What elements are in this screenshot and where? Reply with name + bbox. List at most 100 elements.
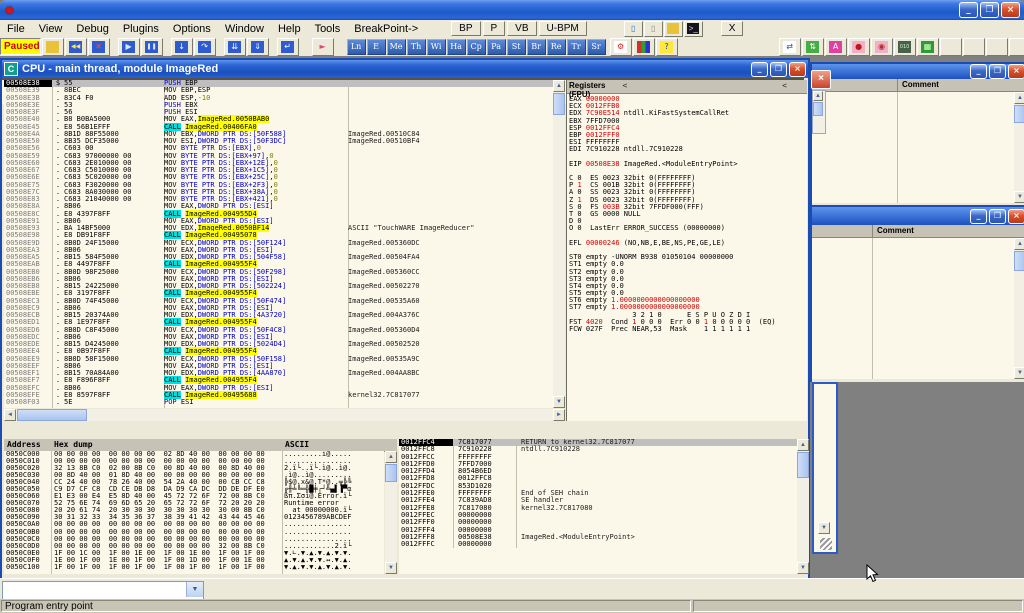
minimize-button[interactable]: _ [970, 64, 987, 79]
disasm-row[interactable]: 00508E83.C683 21040000 00MOV BYTE PTR DS… [4, 196, 553, 203]
register-row[interactable]: FCW 027F Prec NEAR,53 Mask 1 1 1 1 1 1 [567, 326, 807, 333]
scroll-up-icon[interactable]: ▲ [1014, 238, 1024, 250]
registers-pane[interactable]: Registers (FPU) < < EAX 00000000ECX 0012… [566, 80, 807, 421]
empty-button[interactable] [940, 38, 962, 56]
console-button[interactable]: >_ [684, 21, 703, 37]
empty-button[interactable] [963, 38, 985, 56]
scrollbar-thumb[interactable] [1014, 251, 1024, 271]
pane-button-re[interactable]: Re [547, 39, 566, 55]
appearance-button[interactable] [633, 38, 655, 56]
scrollbar-thumb[interactable] [553, 93, 565, 115]
side-window-titlebar[interactable]: _❐× [812, 64, 1024, 79]
comment-column-header[interactable]: Comment [902, 80, 939, 89]
scroll-up-icon[interactable]: ▲ [813, 91, 823, 101]
disasm-row[interactable]: 00508EC3.8B0D 74F45000MOV ECX,DWORD PTR … [4, 298, 553, 305]
disasm-row[interactable]: 00508E3B.83C4 F0ADD ESP,-10 [4, 95, 553, 102]
stack-row[interactable]: 0012FFFC00000000 [399, 541, 797, 548]
stack-vscrollbar[interactable]: ▲ ▼ [797, 439, 809, 574]
menu-item-tools[interactable]: Tools [308, 22, 348, 36]
comment-column-header[interactable]: Comment [877, 226, 914, 235]
pane-button-st[interactable]: St [507, 39, 526, 55]
restore-button[interactable]: ❐ [989, 209, 1006, 224]
disasm-row[interactable]: 00508EE9.8B0D 58F15000MOV ECX,DWORD PTR … [4, 356, 553, 363]
disasm-row[interactable]: 00508EFE.E8 8597F8FFCALL ImageRed.004956… [4, 392, 553, 399]
close-program-button[interactable]: ✕ [88, 38, 110, 56]
cpu-window-titlebar[interactable]: C CPU - main thread, module ImageRed _❐× [2, 60, 808, 78]
scrollbar-thumb[interactable] [797, 452, 809, 478]
animate-into-button[interactable]: ⇊ [224, 38, 246, 56]
open-file-button[interactable] [42, 38, 64, 56]
go-to-address-button[interactable]: ► [312, 38, 334, 56]
restore-button[interactable]: ❐ [770, 62, 787, 77]
window-grid-button[interactable]: ▦ [917, 38, 939, 56]
disassembly-pane[interactable]: 00508E38$55PUSH EBP00508E39.8BECMOV EBP,… [4, 80, 553, 408]
empty-button[interactable] [986, 38, 1008, 56]
memory-dump-pane[interactable]: 0050C00000 00 00 00 00 00 00 00 02 8D 40… [4, 451, 384, 574]
pane-button-me[interactable]: Me [387, 39, 406, 55]
updown-green-button[interactable]: ⇅ [802, 38, 824, 56]
swap-panes-button[interactable]: ⇄ [779, 38, 801, 56]
binary-digits-button[interactable]: 010 [894, 38, 916, 56]
pane-button-pa[interactable]: Pa [487, 39, 506, 55]
scroll-right-icon[interactable]: ► [553, 409, 565, 421]
step-over-button[interactable]: ↷ [194, 38, 216, 56]
menu-item-view[interactable]: View [32, 22, 70, 36]
command-combobox[interactable]: ▼ [2, 581, 204, 600]
register-row[interactable]: EIP 00508E38 ImageRed.<ModuleEntryPoint> [567, 161, 807, 168]
menu-item-options[interactable]: Options [166, 22, 218, 36]
menu-item-help[interactable]: Help [271, 22, 308, 36]
document-blue-button[interactable]: ▯ [624, 21, 643, 37]
plugin-close-button[interactable]: X [721, 21, 744, 36]
collapsed-window-edge[interactable]: ▼ [812, 382, 838, 554]
plugin-button-bp[interactable]: BP [451, 21, 480, 36]
disasm-row[interactable]: 00508ED6.8B0D C8F45000MOV ECX,DWORD PTR … [4, 327, 553, 334]
scrollbar-thumb[interactable] [1014, 105, 1024, 123]
close-button[interactable]: × [789, 62, 806, 77]
resize-grip[interactable] [820, 538, 832, 550]
folder-yellow-button[interactable] [664, 21, 683, 37]
minimize-button[interactable]: _ [751, 62, 768, 77]
minimize-button[interactable]: _ [970, 209, 987, 224]
plugin-button-ubpm[interactable]: U-BPM [539, 21, 587, 36]
scroll-up-icon[interactable]: ▲ [797, 439, 809, 451]
scroll-down-icon[interactable]: ▼ [1014, 367, 1024, 379]
restore-button[interactable]: ❐ [980, 2, 999, 18]
disasm-row[interactable]: 00508EF7.E8 F896F8FFCALL ImageRed.004955… [4, 377, 553, 384]
plugin-button-vb[interactable]: VB [507, 21, 536, 36]
close-button[interactable]: × [1008, 209, 1024, 224]
empty-button[interactable] [1009, 38, 1024, 56]
dump-vscrollbar[interactable]: ▲ ▼ [385, 451, 397, 574]
app-titlebar[interactable]: ✹ _❐× [0, 0, 1024, 20]
disasm-row[interactable]: 00508E9D.8B0D 24F15000MOV ECX,DWORD PTR … [4, 240, 553, 247]
assemble-a-button[interactable]: A [825, 38, 847, 56]
plugin-button-p[interactable]: P [483, 21, 506, 36]
menu-item-breakpoint[interactable]: BreakPoint-> [347, 22, 425, 36]
options-gear-button[interactable]: ⚙ [610, 38, 632, 56]
side-window-body[interactable]: ▲ ▼ [812, 92, 1024, 203]
pane-button-ln[interactable]: Ln [347, 39, 366, 55]
pane-button-sr[interactable]: Sr [587, 39, 606, 55]
scroll-down-icon[interactable]: ▼ [1014, 191, 1024, 203]
scroll-up-icon[interactable]: ▲ [553, 80, 565, 92]
spiral-button[interactable]: ◉ [871, 38, 893, 56]
scrollbar-thumb[interactable] [17, 409, 87, 421]
close-button[interactable]: × [1008, 64, 1024, 79]
restore-button[interactable]: ❐ [989, 64, 1006, 79]
side-window-body[interactable]: ▲ ▼ [812, 238, 1024, 379]
disasm-row[interactable]: 00508F03.5EPOP ESI [4, 399, 553, 406]
register-row[interactable]: EFL 00000246 (NO,NB,E,BE,NS,PE,GE,LE) [567, 240, 807, 247]
help-button[interactable]: ? [656, 38, 678, 56]
scrollbar-thumb[interactable] [385, 464, 397, 482]
close-button[interactable]: × [1001, 2, 1020, 18]
minimize-button[interactable]: _ [959, 2, 978, 18]
scroll-down-icon[interactable]: ▼ [797, 562, 809, 574]
scroll-down-icon[interactable]: ▼ [553, 396, 565, 408]
register-row[interactable]: O 0 LastErr ERROR_SUCCESS (00000000) [567, 225, 807, 232]
scroll-up-icon[interactable]: ▲ [385, 451, 397, 463]
animate-over-button[interactable]: ⇓ [247, 38, 269, 56]
disasm-row[interactable]: 00508E38$55PUSH EBP [4, 80, 553, 87]
restart-button[interactable]: ◀◀ [65, 38, 87, 56]
scroll-up-icon[interactable]: ▲ [1014, 92, 1024, 104]
menu-item-debug[interactable]: Debug [69, 22, 115, 36]
scroll-left-icon[interactable]: ◄ [4, 409, 16, 421]
